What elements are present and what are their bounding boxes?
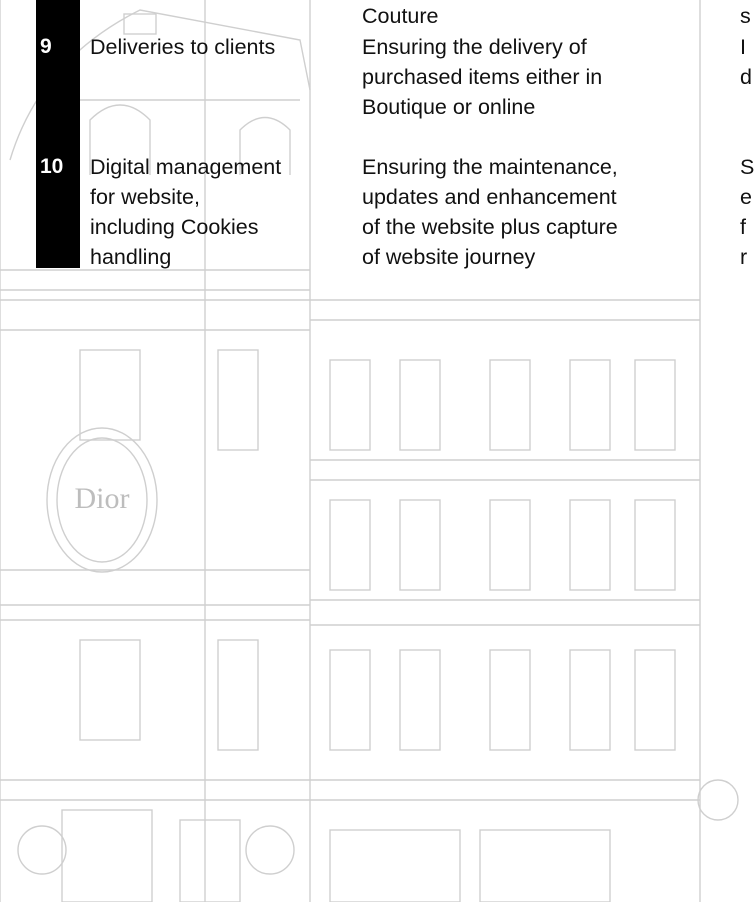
purpose-line: Boutique or online <box>362 95 536 119</box>
row-detail: S e f r <box>740 152 756 272</box>
row-purpose: Ensuring the maintenance, updates and en… <box>362 152 742 272</box>
row-activity: Digital management for website, includin… <box>90 152 350 272</box>
detail-line: d <box>740 65 752 89</box>
detail-line: e <box>740 185 752 209</box>
prev-row-purpose: Couture <box>362 4 439 28</box>
purpose-line: of website journey <box>362 245 536 269</box>
purpose-line: Ensuring the delivery of <box>362 35 587 59</box>
row-purpose: Ensuring the delivery of purchased items… <box>362 32 742 122</box>
activity-line: Deliveries to clients <box>90 35 276 59</box>
detail-line: f <box>740 215 746 239</box>
purpose-line: updates and enhancement <box>362 185 617 209</box>
dior-logo: Dior <box>75 482 130 515</box>
detail-line: I <box>740 35 746 59</box>
row-number: 9 <box>40 35 52 58</box>
activity-line: handling <box>90 245 172 269</box>
row-number: 10 <box>40 155 64 178</box>
purpose-line: purchased items either in <box>362 65 603 89</box>
detail-line: S <box>740 155 755 179</box>
prev-row-detail: s <box>740 4 751 28</box>
row-activity: Deliveries to clients <box>90 32 350 62</box>
purpose-line: Ensuring the maintenance, <box>362 155 618 179</box>
activity-line: Digital management <box>90 155 282 179</box>
purpose-line: of the website plus capture <box>362 215 618 239</box>
detail-line: r <box>740 245 748 269</box>
building-illustration: Dior <box>0 0 739 902</box>
row-detail: I d <box>740 32 756 92</box>
activity-line: including Cookies <box>90 215 259 239</box>
activity-line: for website, <box>90 185 200 209</box>
